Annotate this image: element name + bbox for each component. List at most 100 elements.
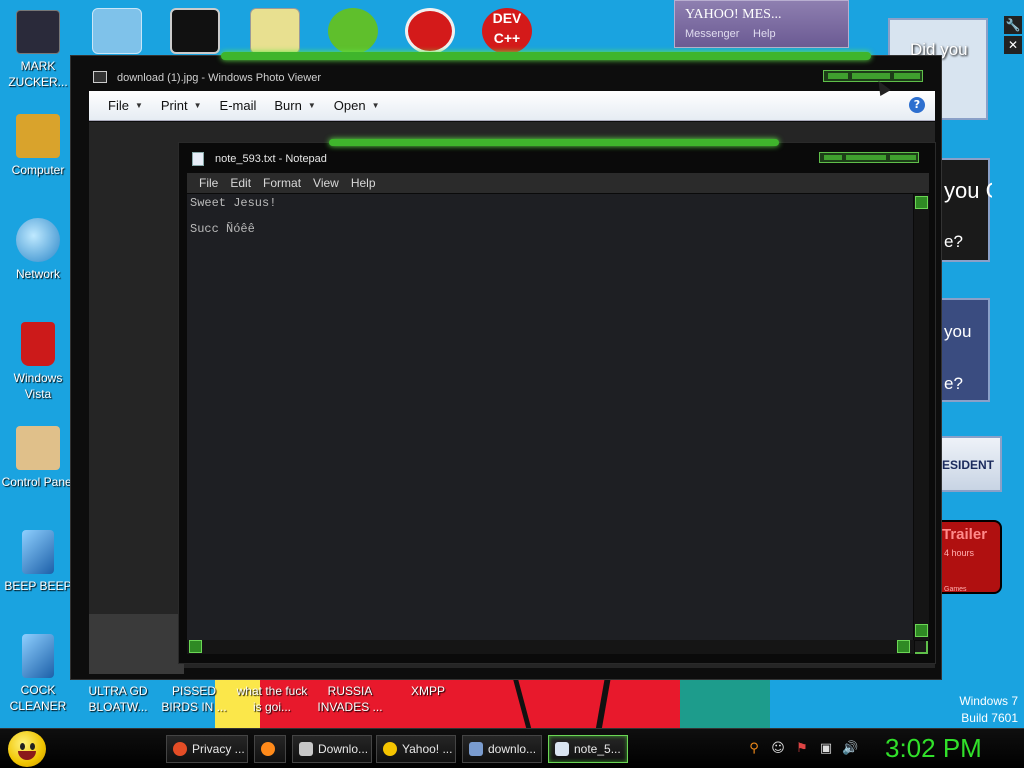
resize-grip[interactable] (915, 641, 928, 654)
notepad-menubar: File Edit Format View Help (187, 173, 929, 193)
close-icon[interactable]: ✕ (1004, 36, 1022, 54)
search-icon[interactable]: ⚲ (746, 741, 762, 757)
desktop-icon-network[interactable]: Network (0, 218, 76, 282)
desktop-icon-windows-vista[interactable]: Windows Vista (0, 322, 76, 402)
command-prompt-icon[interactable] (170, 8, 220, 54)
ad-president[interactable]: ESIDENT (940, 436, 1002, 492)
task-notepad[interactable]: note_5... (548, 735, 628, 763)
ad-trailer[interactable]: Trailer 4 hours Games (940, 520, 1002, 594)
desktop-icon-russia[interactable]: RUSSIA INVADES ... (312, 683, 388, 715)
task-firefox[interactable] (254, 735, 286, 763)
menu-print[interactable]: Print ▼ (152, 98, 211, 113)
scroll-right-button[interactable] (897, 640, 910, 653)
chrome-icon (173, 742, 187, 756)
menu-help[interactable]: Help (345, 176, 382, 190)
yahoo-messenger-window[interactable]: YAHOO! MES... Messenger Help (674, 0, 849, 48)
wrench-icon[interactable]: 🔧 (1004, 16, 1022, 34)
ad-text: ESIDENT (942, 458, 995, 472)
photo-viewer-icon (93, 71, 107, 83)
maximize-button[interactable] (846, 155, 886, 160)
text-line (190, 210, 910, 223)
desktop-icon-control-panel[interactable]: Control Panel (0, 426, 76, 490)
window-controls[interactable] (819, 152, 919, 163)
desktop-icon-label: BEEP BEEP (4, 579, 72, 593)
help-icon[interactable]: ? (909, 97, 925, 113)
yahoo-menu-help[interactable]: Help (753, 28, 776, 40)
menu-burn[interactable]: Burn ▼ (265, 98, 324, 113)
ad-text: you CA (944, 178, 992, 203)
horizontal-scrollbar[interactable] (187, 640, 914, 654)
window-controls[interactable] (823, 70, 923, 82)
dev-cpp-icon[interactable]: DEV C++ (482, 8, 532, 54)
minimize-button[interactable] (828, 73, 848, 79)
task-label: downlo... (488, 742, 537, 756)
desktop-icon-label: Control Panel (1, 475, 75, 489)
pig-game-icon[interactable] (328, 8, 378, 54)
task-privacy[interactable]: Privacy ... (166, 735, 248, 763)
yahoo-menu-messenger[interactable]: Messenger (685, 28, 739, 40)
messenger-tray-icon[interactable]: ☺ (770, 741, 786, 757)
vertical-scrollbar[interactable] (914, 194, 929, 640)
task-photo-viewer[interactable]: downlo... (462, 735, 542, 763)
firefox-icon (261, 742, 275, 756)
task-label: note_5... (574, 742, 621, 756)
ad-text: e? (944, 232, 963, 251)
desktop-icon-xmpp[interactable]: XMPP (390, 683, 466, 699)
text-line: Sweet Jesus! (190, 196, 277, 210)
task-yahoo[interactable]: Yahoo! ... (376, 735, 456, 763)
window-glow (329, 139, 779, 146)
desktop-icon-cock-cleaner[interactable]: COCK CLEANER (0, 634, 76, 714)
volume-icon[interactable]: 🔊 (842, 741, 858, 757)
smiley-eye (30, 743, 35, 750)
desktop-icon-pissed-birds[interactable]: PISSED BIRDS IN ... (156, 683, 232, 715)
yahoo-title: YAHOO! MES... (685, 7, 782, 22)
taskbar: Privacy ... Downlo... Yahoo! ... downlo.… (0, 728, 1024, 768)
notepad-title: note_593.txt - Notepad (215, 153, 327, 165)
computer-icon (16, 114, 60, 158)
notepad-icon (555, 742, 569, 756)
notepad-text-area[interactable]: Sweet Jesus! Succ Ñóêê (187, 194, 913, 640)
menu-format[interactable]: Format (257, 176, 307, 190)
menu-edit[interactable]: Edit (224, 176, 257, 190)
network-tray-icon[interactable]: ▣ (818, 741, 834, 757)
clock[interactable]: 3:02 PM (885, 733, 982, 764)
menu-view[interactable]: View (307, 176, 345, 190)
desktop-icon-beep-beep[interactable]: BEEP BEEP (0, 530, 76, 594)
person-icon (16, 10, 60, 54)
smiley-mouth (18, 751, 36, 760)
archive-folder-icon[interactable] (250, 8, 300, 54)
menu-file[interactable]: File ▼ (99, 98, 152, 113)
notes-shortcut-icon[interactable] (92, 8, 142, 54)
chevron-down-icon: ▼ (134, 101, 143, 110)
close-button[interactable] (890, 155, 916, 160)
ad-text: Trailer (942, 526, 988, 543)
photo-viewer-menubar: File ▼ Print ▼ E-mail Burn ▼ Open ▼ ? (89, 91, 935, 121)
close-button[interactable] (894, 73, 920, 79)
notepad-window[interactable]: note_593.txt - Notepad File Edit Format … (178, 139, 936, 664)
desktop-icon-mark-zucker[interactable]: MARK ZUCKER... (0, 10, 76, 90)
ad-clinton[interactable]: you e? (940, 298, 990, 402)
notepad-icon (192, 152, 204, 166)
task-downloads[interactable]: Downlo... (292, 735, 372, 763)
smiley-eye (20, 743, 25, 750)
photo-viewer-title: download (1).jpg - Windows Photo Viewer (117, 72, 322, 84)
desktop-icon-ultra-gd[interactable]: ULTRA GD BLOATW... (80, 683, 156, 715)
menu-file[interactable]: File (193, 176, 224, 190)
p-logo-icon[interactable] (405, 8, 455, 54)
menu-email[interactable]: E-mail (211, 98, 266, 113)
minimize-button[interactable] (824, 155, 842, 160)
chevron-down-icon: ▼ (193, 101, 202, 110)
action-center-flag-icon[interactable]: ⚑ (794, 741, 810, 757)
start-button[interactable] (8, 731, 46, 767)
windows-version-label: Windows 7 (959, 694, 1018, 708)
scroll-left-button[interactable] (189, 640, 202, 653)
control-panel-icon (16, 426, 60, 470)
desktop-icon-computer[interactable]: Computer (0, 114, 76, 178)
scroll-up-button[interactable] (915, 196, 928, 209)
ad-text: Games (944, 586, 967, 593)
chevron-down-icon: ▼ (307, 101, 316, 110)
menu-open[interactable]: Open ▼ (325, 98, 389, 113)
ad-you-ca[interactable]: you CA e? (940, 158, 992, 262)
scroll-down-button[interactable] (915, 624, 928, 637)
desktop-icon-what-the[interactable]: what the fuck is goi... (234, 683, 310, 715)
